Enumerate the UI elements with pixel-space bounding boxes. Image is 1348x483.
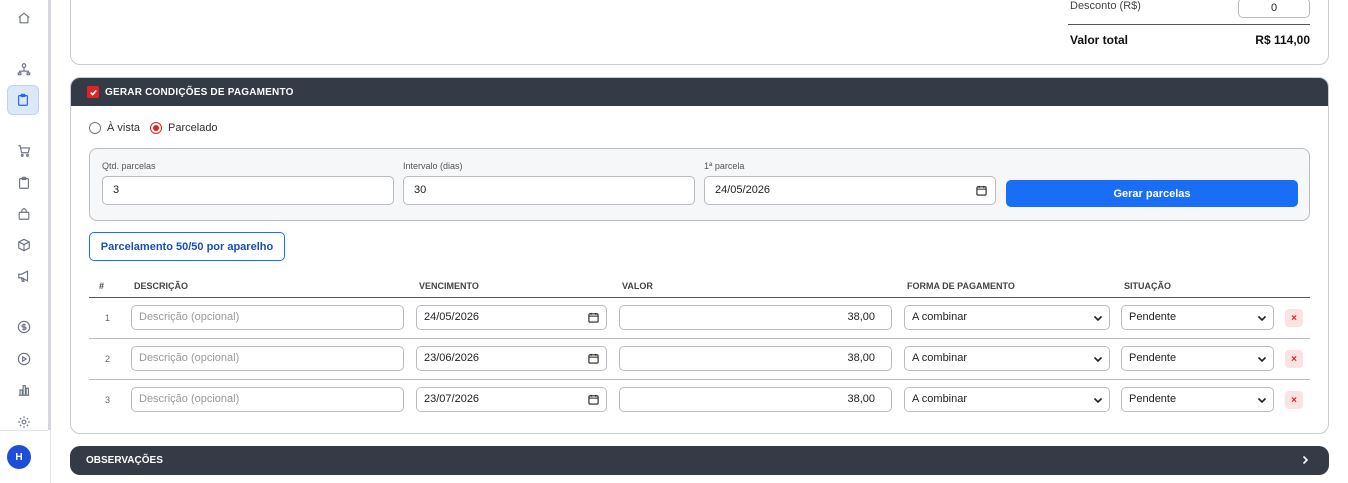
total-value: R$ 114,00 xyxy=(1255,33,1310,47)
payment-method-select[interactable]: A combinar xyxy=(904,387,1110,412)
dollar-icon[interactable] xyxy=(14,317,34,337)
calendar-icon[interactable] xyxy=(976,185,987,196)
row-number: 1 xyxy=(105,313,111,323)
generate-installments-button[interactable]: Gerar parcelas xyxy=(1006,180,1298,207)
chevron-down-icon xyxy=(1257,356,1267,363)
megaphone-icon[interactable] xyxy=(14,266,34,286)
bar-chart-icon[interactable] xyxy=(14,380,34,400)
qtd-label: Qtd. parcelas xyxy=(102,161,156,171)
observations-panel-header[interactable]: OBSERVAÇÕES xyxy=(70,446,1329,475)
discount-input[interactable]: 0 xyxy=(1238,0,1310,18)
due-date-value: 23/06/2026 xyxy=(424,352,480,364)
value-input[interactable]: 38,00 xyxy=(619,387,892,412)
payment-method-select[interactable]: A combinar xyxy=(904,305,1110,330)
description-input[interactable]: Descrição (opcional) xyxy=(131,387,404,412)
avatar[interactable]: H xyxy=(7,445,31,469)
radio-a-vista-label[interactable]: À vista xyxy=(107,122,140,134)
value-input[interactable]: 38,00 xyxy=(619,305,892,330)
total-label: Valor total xyxy=(1070,33,1129,47)
table-row: 2 Descrição (opcional) 23/06/2026 38,00 … xyxy=(89,339,1310,380)
calendar-icon[interactable] xyxy=(588,312,599,323)
payment-header[interactable]: GERAR CONDIÇÕES DE PAGAMENTO xyxy=(71,78,1328,106)
payment-header-title: GERAR CONDIÇÕES DE PAGAMENTO xyxy=(105,86,294,98)
delete-row-button[interactable]: × xyxy=(1285,391,1303,409)
chevron-down-icon xyxy=(1093,356,1103,363)
col-status: SITUAÇÃO xyxy=(1124,281,1171,291)
status-value: Pendente xyxy=(1129,393,1177,405)
status-select[interactable]: Pendente xyxy=(1121,346,1274,371)
value-input[interactable]: 38,00 xyxy=(619,346,892,371)
discount-label: Desconto (R$) xyxy=(1070,0,1141,12)
gear-icon[interactable] xyxy=(14,412,34,432)
chevron-down-icon xyxy=(1093,397,1103,404)
payment-method-value: A combinar xyxy=(912,393,968,405)
home-icon[interactable] xyxy=(14,8,34,28)
row-number: 3 xyxy=(105,395,111,405)
interval-label: Intervalo (dias) xyxy=(403,161,463,171)
box-icon[interactable] xyxy=(14,235,34,255)
calendar-icon[interactable] xyxy=(588,394,599,405)
payment-method-value: A combinar xyxy=(912,352,968,364)
qtd-input[interactable]: 3 xyxy=(102,176,394,205)
chevron-down-icon xyxy=(1257,315,1267,322)
status-select[interactable]: Pendente xyxy=(1121,305,1274,330)
description-input[interactable]: Descrição (opcional) xyxy=(131,305,404,330)
col-value: VALOR xyxy=(622,281,653,291)
observations-title: OBSERVAÇÕES xyxy=(86,455,163,466)
sidebar-scrollbar[interactable] xyxy=(48,0,51,430)
installments-table-header: # DESCRIÇÃO VENCIMENTO VALOR FORMA DE PA… xyxy=(89,276,1310,298)
payment-method-select[interactable]: A combinar xyxy=(904,346,1110,371)
radio-a-vista[interactable] xyxy=(89,122,101,134)
col-due-date: VENCIMENTO xyxy=(419,281,479,291)
table-row: 1 Descrição (opcional) 24/05/2026 38,00 … xyxy=(89,298,1310,339)
payment-panel: GERAR CONDIÇÕES DE PAGAMENTO À vista Par… xyxy=(70,77,1329,434)
installment-generator: Qtd. parcelas 3 Intervalo (dias) 30 1ª p… xyxy=(89,148,1310,221)
play-circle-icon[interactable] xyxy=(14,349,34,369)
cart-icon[interactable] xyxy=(14,141,34,161)
chevron-down-icon xyxy=(1257,397,1267,404)
payment-mode-radios: À vista Parcelado xyxy=(89,122,228,134)
interval-input[interactable]: 30 xyxy=(403,176,695,205)
status-select[interactable]: Pendente xyxy=(1121,387,1274,412)
sidebar-divider xyxy=(0,430,48,431)
due-date-value: 23/07/2026 xyxy=(424,393,480,405)
due-date-input[interactable]: 24/05/2026 xyxy=(416,305,607,330)
clipboard-list-icon[interactable] xyxy=(14,173,34,193)
col-description: DESCRIÇÃO xyxy=(134,281,189,291)
first-installment-label: 1ª parcela xyxy=(704,161,745,171)
delete-row-button[interactable]: × xyxy=(1285,350,1303,368)
radio-parcelado-label[interactable]: Parcelado xyxy=(168,122,218,134)
first-installment-value: 24/05/2026 xyxy=(715,184,771,196)
clipboard-icon[interactable] xyxy=(7,85,39,115)
description-input[interactable]: Descrição (opcional) xyxy=(131,346,404,371)
col-payment-method: FORMA DE PAGAMENTO xyxy=(907,281,1015,291)
payment-method-value: A combinar xyxy=(912,311,968,323)
payment-checkbox[interactable] xyxy=(87,86,99,98)
bag-icon[interactable] xyxy=(14,204,34,224)
due-date-value: 24/05/2026 xyxy=(424,311,480,323)
calendar-icon[interactable] xyxy=(588,353,599,364)
status-value: Pendente xyxy=(1129,352,1177,364)
chevron-right-icon[interactable] xyxy=(1299,454,1311,466)
table-row: 3 Descrição (opcional) 23/07/2026 38,00 … xyxy=(89,380,1310,421)
col-num: # xyxy=(99,281,105,291)
org-chart-icon[interactable] xyxy=(14,59,34,79)
due-date-input[interactable]: 23/07/2026 xyxy=(416,387,607,412)
first-installment-date[interactable]: 24/05/2026 xyxy=(704,176,996,205)
radio-parcelado[interactable] xyxy=(150,122,163,134)
status-value: Pendente xyxy=(1129,311,1177,323)
split-50-50-button[interactable]: Parcelamento 50/50 por aparelho xyxy=(89,232,285,261)
chevron-down-icon xyxy=(1093,315,1103,322)
sidebar: H xyxy=(0,0,51,483)
due-date-input[interactable]: 23/06/2026 xyxy=(416,346,607,371)
row-number: 2 xyxy=(105,354,111,364)
total-divider xyxy=(1068,24,1310,25)
delete-row-button[interactable]: × xyxy=(1285,309,1303,327)
